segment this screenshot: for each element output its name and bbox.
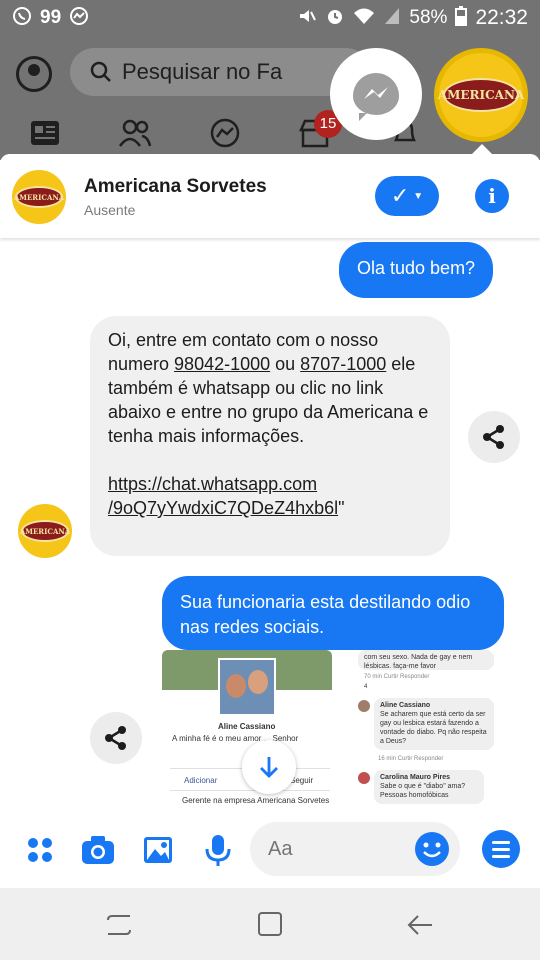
info-icon[interactable]: i [475,179,509,213]
americana-logo: AMERICANA [438,53,524,137]
message-composer [0,814,540,886]
chat-head-caret [472,144,492,154]
outgoing-message[interactable]: Ola tudo bem? [339,242,494,298]
image-attachment[interactable]: Aline Cassiano A minha fé é o meu amor .… [162,650,502,810]
notification-count: 99 [40,7,62,28]
status-bar: 99 58% 22:32 [0,0,540,36]
microphone-icon[interactable] [200,832,236,868]
shot-work: Gerente na empresa Americana Sorvetes [182,796,330,805]
back-icon[interactable] [406,910,436,940]
messenger-logo-icon [353,73,399,121]
more-options-icon[interactable] [482,830,520,868]
mute-icon [297,6,317,31]
messenger-nav-icon[interactable] [208,118,242,152]
clock: 22:32 [475,6,528,29]
gallery-icon[interactable] [140,832,176,868]
battery-percent: 58% [409,7,448,28]
comments-thread: com seu sexo. Nada de gay e nem lésbicas… [358,650,502,810]
shot-profile-name: Aline Cassiano [218,722,276,731]
shot-comment: Aline Cassiano Se acharem que está certo … [374,698,494,750]
apps-grid-icon[interactable] [22,832,58,868]
americana-chat-head[interactable]: AMERICANA [434,48,528,142]
whatsapp-icon [12,6,32,31]
profile-avatar-icon[interactable] [16,56,52,92]
sender-avatar[interactable]: AMERICANA [18,504,72,558]
friends-icon[interactable] [118,118,152,152]
phone-link[interactable]: 8707-1000 [300,354,386,374]
shot-add-button: Adicionar [184,776,218,785]
share-icon [483,425,504,449]
message-text: Sua funcionaria esta destilando odio nas… [180,592,471,637]
news-feed-icon[interactable] [28,118,62,152]
whatsapp-group-link[interactable]: /9oQ7yYwdxiC7QDeZ4hxb6l [108,498,338,518]
arrow-down-icon [260,757,278,778]
emoji-icon[interactable] [415,832,449,866]
chat-panel: AMERICANA Americana Sorvetes Ausente ✓ ▼… [0,154,540,886]
contact-status: Ausente [84,202,136,218]
wifi-icon [353,6,375,31]
phone-link[interactable]: 98042-1000 [174,354,270,374]
dropdown-arrow-icon: ▼ [413,190,424,202]
messenger-icon [69,6,89,31]
facebook-search-bar[interactable]: Pesquisar no Fa [70,48,370,96]
battery-icon [455,5,468,31]
search-placeholder: Pesquisar no Fa [122,59,283,84]
shot-comment: Carolina Mauro Pires Sabe o que é "diabo"… [374,770,484,804]
signal-icon [383,6,401,31]
message-text: ou [270,354,301,374]
contact-name[interactable]: Americana Sorvetes [84,176,267,198]
shot-comment: com seu sexo. Nada de gay e nem lésbicas… [358,650,494,670]
android-navigation-bar [0,888,540,960]
message-text: " [338,498,345,518]
incoming-message[interactable]: Oi, entre em contato com o nosso numero … [90,316,450,556]
messenger-chat-head[interactable] [330,48,422,140]
scroll-to-bottom-button[interactable] [242,740,296,794]
checkmark-icon: ✓ [390,183,410,208]
shot-comment-meta: 16 min Curtir Responder [378,756,444,762]
outgoing-message[interactable]: Sua funcionaria esta destilando odio nas… [162,576,504,650]
search-icon [90,61,111,82]
whatsapp-group-link[interactable]: https://chat.whatsapp.com [108,474,317,494]
share-icon [105,726,126,750]
home-icon[interactable] [256,910,286,940]
share-button[interactable] [90,712,142,764]
chat-header: AMERICANA Americana Sorvetes Ausente ✓ ▼… [0,154,540,238]
contact-avatar[interactable]: AMERICANA [12,170,66,224]
shot-comment-meta: 70 min Curtir Responder [364,674,430,680]
share-button[interactable] [468,411,520,463]
shot-reaction-count: 4 [364,684,368,690]
recent-apps-icon[interactable] [104,910,134,940]
alarm-icon [325,6,345,31]
message-text: Ola tudo bem? [357,258,476,278]
profile-photo [218,658,276,716]
mark-done-button[interactable]: ✓ ▼ [375,176,439,216]
camera-icon[interactable] [80,832,116,868]
